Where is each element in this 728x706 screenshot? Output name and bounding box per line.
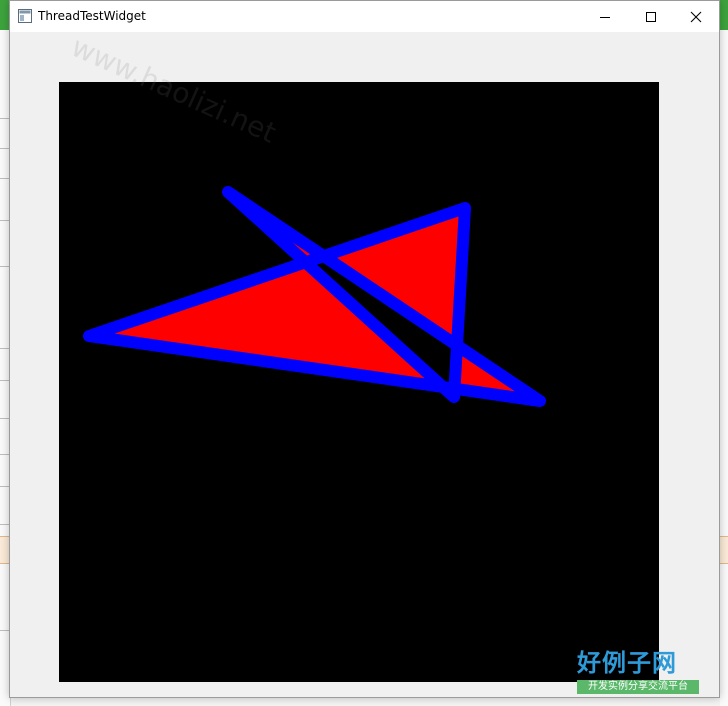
maximize-button[interactable]	[628, 1, 674, 32]
background-app-right-panel	[720, 30, 728, 706]
site-logo-subtitle: 开发实例分享交流平台	[577, 680, 699, 694]
background-app-highlight-right	[720, 536, 728, 564]
site-logo-title: 好例子网	[577, 649, 677, 677]
background-app-highlight-left	[0, 536, 9, 564]
title-bar[interactable]: ThreadTestWidget	[10, 1, 719, 32]
minimize-button[interactable]	[582, 1, 628, 32]
minimize-icon	[600, 16, 610, 18]
thread-test-widget-window: ThreadTestWidget	[9, 0, 720, 698]
close-button[interactable]	[673, 1, 719, 32]
window-app-icon	[18, 9, 32, 23]
canvas-background	[59, 82, 659, 682]
drawing-canvas	[59, 82, 659, 682]
close-icon	[690, 11, 702, 22]
maximize-icon	[646, 11, 656, 22]
window-title: ThreadTestWidget	[38, 9, 146, 23]
site-logo-badge: 好例子网 开发实例分享交流平台	[577, 648, 699, 696]
